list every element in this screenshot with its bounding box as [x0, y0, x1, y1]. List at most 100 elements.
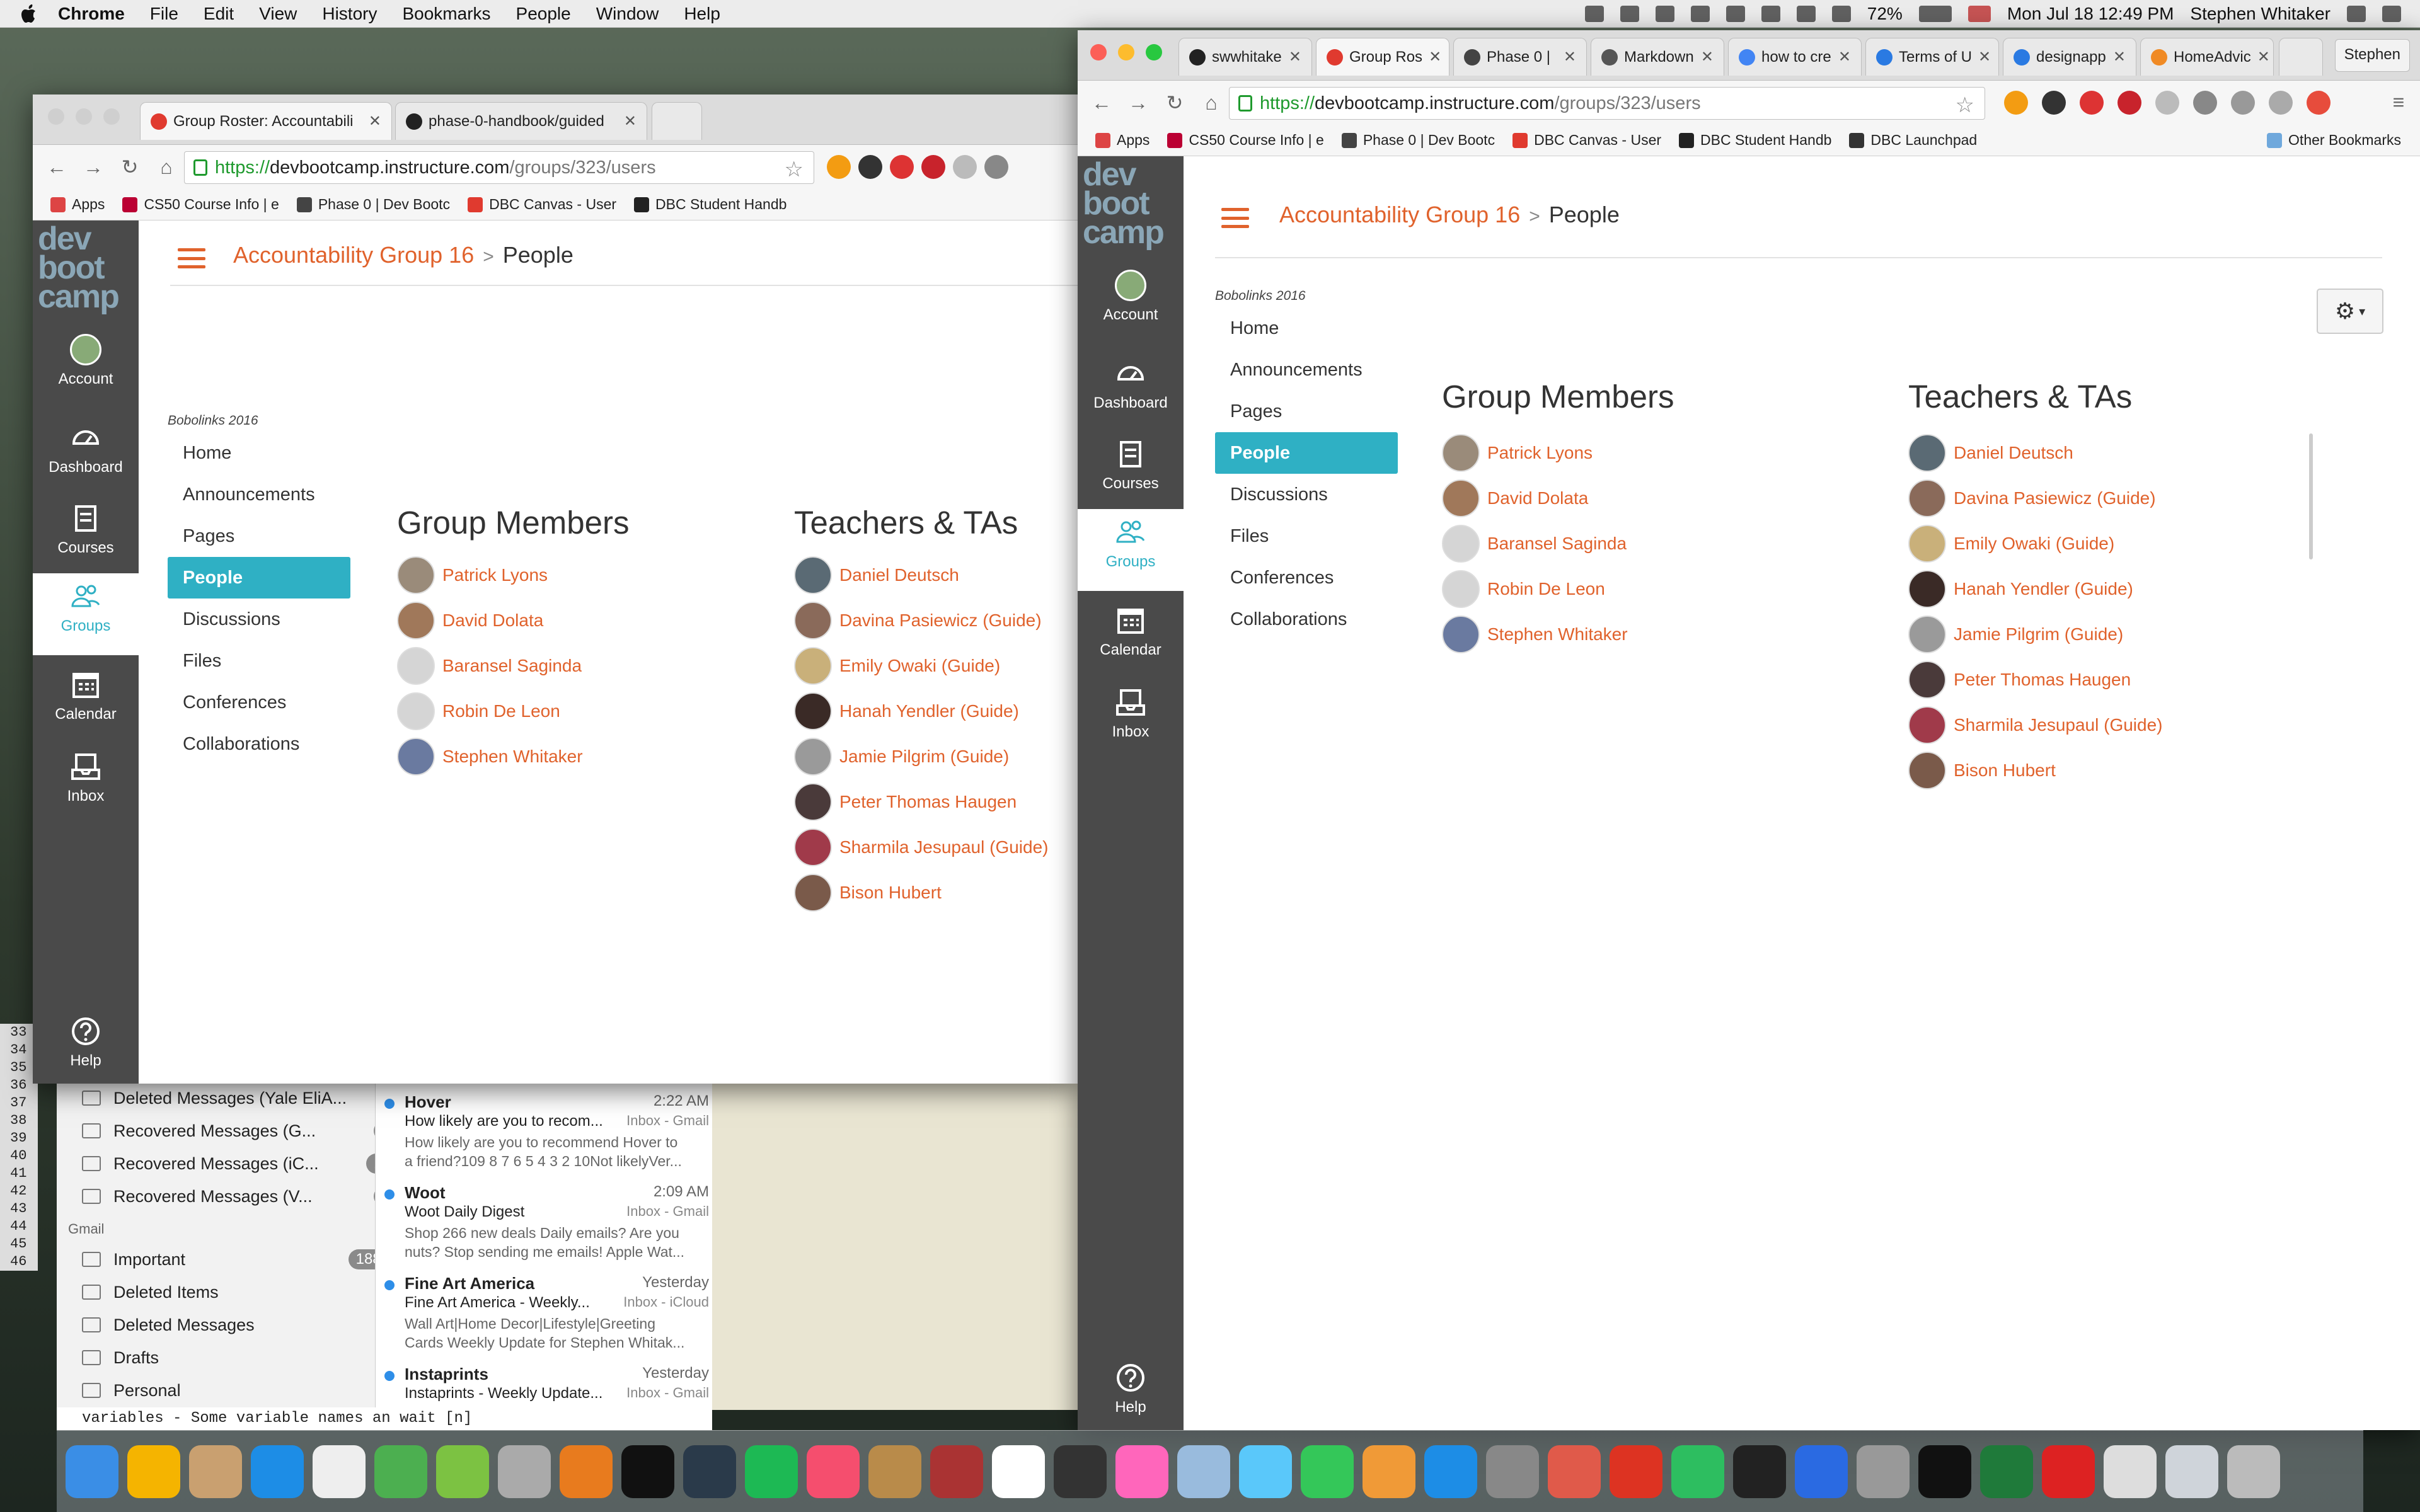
hamburger-menu-icon[interactable] [1221, 208, 1249, 228]
extension-icon[interactable] [2231, 91, 2255, 115]
menubar-clock[interactable]: Mon Jul 18 12:49 PM [2007, 4, 2174, 24]
nav-calendar[interactable]: Calendar [33, 669, 139, 723]
sublime-text-icon[interactable] [560, 1445, 613, 1498]
member-link[interactable]: Patrick Lyons [397, 556, 548, 595]
close-window-button[interactable] [1090, 44, 1107, 60]
tab-phase0[interactable]: Phase 0 | ✕ [1453, 38, 1587, 76]
menu-view[interactable]: View [259, 4, 297, 24]
airplay-icon[interactable] [1761, 6, 1780, 22]
adblock-extension-icon[interactable] [2080, 91, 2104, 115]
mail-folder[interactable]: Personal [82, 1375, 410, 1406]
teacher-link[interactable]: Bison Hubert [794, 873, 942, 912]
teacher-link[interactable]: Hanah Yendler (Guide) [794, 692, 1019, 731]
nav-link-discussions[interactable]: Discussions [168, 598, 350, 640]
close-window-button[interactable] [48, 108, 64, 125]
breadcrumb-group-link[interactable]: Accountability Group 16 [233, 242, 474, 268]
nav-inbox[interactable]: Inbox [33, 751, 139, 805]
nav-link-people[interactable]: People [1215, 432, 1398, 474]
mail-stamp-icon[interactable] [189, 1445, 242, 1498]
camera-extension-icon[interactable] [953, 155, 977, 179]
teacher-link[interactable]: Davina Pasiewicz (Guide) [794, 601, 1042, 640]
bookmark-item[interactable]: DBC Launchpad [1849, 132, 1977, 149]
member-link[interactable]: Baransel Saginda [397, 646, 582, 685]
teacher-link[interactable]: Jamie Pilgrim (Guide) [794, 737, 1009, 776]
tab-github[interactable]: phase-0-handbook/guided ✕ [395, 102, 647, 140]
home-icon[interactable]: ⌂ [1199, 90, 1224, 115]
chrome-icon[interactable] [374, 1445, 427, 1498]
notebook-icon[interactable] [868, 1445, 921, 1498]
message-item[interactable]: Instaprints Yesterday Instaprints - Week… [376, 1362, 713, 1410]
rss-extension-icon[interactable] [827, 155, 851, 179]
nav-link-files[interactable]: Files [1215, 515, 1398, 557]
amazon-extension-icon[interactable] [858, 155, 882, 179]
pinterest-extension-icon[interactable] [2118, 91, 2141, 115]
drive-icon[interactable] [1620, 6, 1639, 22]
evernote-icon[interactable] [1690, 6, 1710, 22]
devbootcamp-logo[interactable]: dev boot camp [1083, 158, 1181, 249]
headphones-icon[interactable] [1655, 6, 1674, 22]
message-item[interactable]: Hover 2:22 AM How likely are you to reco… [376, 1090, 713, 1178]
rss-extension-icon[interactable] [2004, 91, 2028, 115]
profile-button[interactable]: Stephen [2334, 39, 2410, 72]
member-link[interactable]: Baransel Saginda [1442, 524, 1627, 563]
extension-icon[interactable] [984, 155, 1008, 179]
nav-link-announcements[interactable]: Announcements [168, 474, 350, 515]
bluetooth-icon[interactable] [1796, 6, 1816, 22]
reload-icon[interactable]: ↻ [117, 154, 142, 180]
evernote-app-icon[interactable] [1671, 1445, 1724, 1498]
member-link[interactable]: Stephen Whitaker [397, 737, 583, 776]
bookmark-star-icon[interactable]: ☆ [785, 157, 804, 182]
disk-icon[interactable] [1857, 1445, 1910, 1498]
photos-icon[interactable] [1115, 1445, 1168, 1498]
bookmark-item[interactable]: CS50 Course Info | e [1167, 132, 1324, 149]
close-tab-icon[interactable]: ✕ [2107, 48, 2126, 66]
adobe-icon[interactable] [1726, 6, 1745, 22]
mail-folder[interactable]: Recovered Messages (iC...11 [82, 1148, 410, 1179]
mail-folder[interactable]: Deleted Messages [82, 1309, 410, 1341]
close-tab-icon[interactable]: ✕ [1695, 48, 1714, 66]
nav-link-announcements[interactable]: Announcements [1215, 349, 1398, 391]
facetime-icon[interactable] [1301, 1445, 1354, 1498]
member-link[interactable]: David Dolata [397, 601, 543, 640]
trash-icon[interactable] [2227, 1445, 2280, 1498]
back-arrow-icon[interactable]: ← [44, 154, 69, 180]
zoom-window-button[interactable] [1146, 44, 1162, 60]
document-icon[interactable] [2104, 1445, 2157, 1498]
menu-help[interactable]: Help [684, 4, 720, 24]
bookmark-star-icon[interactable]: ☆ [1956, 93, 1974, 118]
other-bookmarks[interactable]: Other Bookmarks [2267, 132, 2401, 149]
new-tab-button[interactable] [2279, 38, 2323, 76]
mail-folder[interactable]: Recovered Messages (G...2 [82, 1115, 410, 1147]
mail-folder[interactable]: Deleted Items [82, 1276, 410, 1308]
nav-link-discussions[interactable]: Discussions [1215, 474, 1398, 515]
bookmark-item[interactable]: DBC Student Handb [634, 196, 786, 213]
menu-bookmarks[interactable]: Bookmarks [402, 4, 490, 24]
google-earth-icon[interactable] [1795, 1445, 1848, 1498]
utility-icon[interactable] [1733, 1445, 1786, 1498]
apple-icon[interactable] [19, 3, 40, 25]
zoom-window-button[interactable] [103, 108, 120, 125]
back-arrow-icon[interactable]: ← [1089, 90, 1114, 115]
sketchup-icon[interactable] [1610, 1445, 1662, 1498]
close-tab-icon[interactable]: ✕ [2251, 48, 2270, 66]
preview-icon[interactable] [1177, 1445, 1230, 1498]
nav-account[interactable]: Account [33, 334, 139, 388]
camera-app-icon[interactable] [1054, 1445, 1107, 1498]
bookmark-item[interactable]: Phase 0 | Dev Bootc [296, 196, 450, 213]
message-item[interactable]: Fine Art America Yesterday Fine Art Amer… [376, 1271, 713, 1360]
breadcrumb-group-link[interactable]: Accountability Group 16 [1279, 202, 1520, 227]
nav-courses[interactable]: Courses [1078, 438, 1184, 493]
member-link[interactable]: Robin De Leon [397, 692, 560, 731]
menu-app-name[interactable]: Chrome [58, 4, 125, 24]
teacher-link[interactable]: Davina Pasiewicz (Guide) [1908, 479, 2156, 518]
teacher-link[interactable]: Bison Hubert [1908, 751, 2056, 790]
teacher-link[interactable]: Sharmila Jesupaul (Guide) [794, 828, 1049, 867]
nav-courses[interactable]: Courses [33, 503, 139, 557]
nav-help[interactable]: Help [33, 1016, 139, 1070]
nav-link-people[interactable]: People [168, 557, 350, 598]
safari-icon[interactable] [251, 1445, 304, 1498]
pinterest-extension-icon[interactable] [921, 155, 945, 179]
bookmark-item[interactable]: Phase 0 | Dev Bootc [1341, 132, 1495, 149]
teacher-link[interactable]: Sharmila Jesupaul (Guide) [1908, 706, 2163, 745]
downloads-folder-icon[interactable] [2165, 1445, 2218, 1498]
